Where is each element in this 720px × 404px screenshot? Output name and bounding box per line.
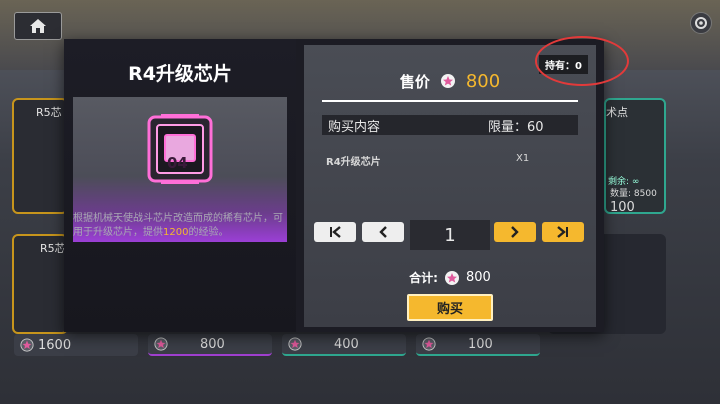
total-label: 合计: — [409, 271, 438, 285]
buy-button[interactable]: 购买 — [407, 294, 493, 321]
first-page-icon — [330, 226, 341, 238]
gem-icon — [288, 337, 302, 351]
item-description: 根据机械天使战斗芯片改造而成的稀有芯片，可用于升级芯片，提供1200的经验。 — [73, 212, 291, 240]
home-button[interactable] — [14, 12, 62, 40]
item-title: R4升级芯片 — [128, 63, 232, 85]
quantity-value[interactable]: 1 — [410, 220, 490, 250]
shop-card-label: 术点 — [606, 106, 628, 119]
price-text: 100 — [468, 336, 493, 352]
next-page-icon — [511, 226, 519, 238]
content-name: R4升级芯片 — [326, 157, 381, 168]
home-icon — [30, 19, 46, 33]
shop-price-4: 100 — [416, 334, 540, 356]
price-text: 400 — [334, 336, 359, 352]
chip-icon — [147, 114, 213, 184]
purchase-dialog: R4升级芯片 04 根据机械天使战斗芯片改造而成的稀有芯片，可用于升级芯片，提供… — [64, 39, 604, 332]
chip-label: 04 — [167, 154, 188, 172]
gem-icon — [440, 74, 455, 88]
prev-page-button[interactable] — [362, 222, 404, 242]
quantity-selector: 1 — [314, 220, 586, 250]
gem-icon — [154, 337, 168, 351]
prev-page-icon — [379, 226, 387, 238]
shop-card-1[interactable]: R5芯 — [12, 98, 68, 214]
settings-button[interactable] — [690, 12, 712, 34]
next-page-button[interactable] — [494, 222, 536, 242]
price-text: 100 — [610, 199, 635, 215]
content-qty: X1 — [516, 153, 530, 164]
limit-label: 限量：60 — [488, 119, 544, 135]
divider — [322, 100, 578, 102]
shop-card-label: R5芯 — [36, 106, 62, 119]
item-info-panel: R4升级芯片 04 根据机械天使战斗芯片改造而成的稀有芯片，可用于升级芯片，提供… — [64, 39, 296, 332]
shop-card-label: R5芯 — [40, 242, 66, 255]
contents-row: R4升级芯片 X1 — [322, 153, 578, 168]
shop-price-5: 100 — [604, 196, 666, 218]
shop-card-2[interactable]: R5芯 — [12, 234, 68, 334]
shop-price-3: 400 — [282, 334, 406, 356]
contents-header: 购买内容 限量：60 — [322, 115, 578, 135]
shop-price-2: 800 — [148, 334, 272, 356]
exp-amount: 1200 — [163, 227, 189, 238]
total-row: 合计: 800 — [304, 269, 596, 286]
contents-header-label: 购买内容 — [328, 119, 381, 135]
total-value: 800 — [465, 270, 491, 285]
price-text: 1600 — [38, 337, 72, 353]
annotation-circle — [535, 36, 629, 86]
price-label: 售价 — [399, 72, 430, 91]
last-page-button[interactable] — [542, 222, 584, 242]
gem-icon — [444, 270, 459, 285]
gem-icon — [20, 338, 34, 352]
last-page-icon — [557, 226, 568, 238]
price-value: 800 — [465, 70, 501, 92]
price-text: 800 — [200, 336, 225, 352]
purchase-panel: 持有：0 售价 800 购买内容 限量：60 R4升级芯片 X1 1 合计: 8… — [304, 45, 596, 327]
gem-icon — [422, 337, 436, 351]
item-description-suffix: 的经验。 — [188, 227, 229, 238]
shop-price-1: 1600 — [14, 334, 138, 356]
gear-icon — [695, 17, 707, 29]
first-page-button[interactable] — [314, 222, 356, 242]
